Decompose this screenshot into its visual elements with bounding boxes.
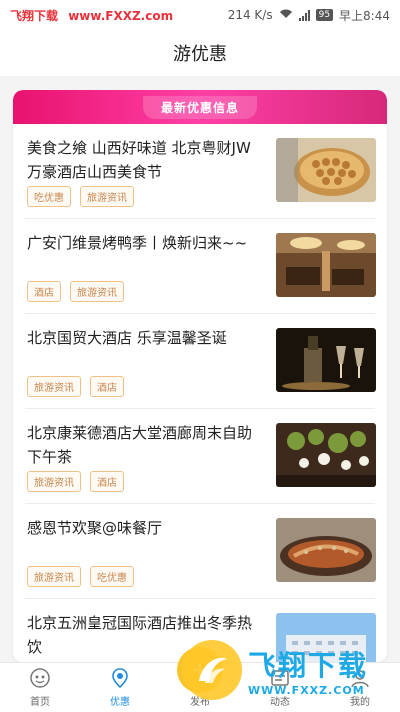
promo-list: 美食之飨 山西好味道 北京粤财JW万豪酒店山西美食节 吃优惠 旅游资讯 广安门维… — [13, 124, 387, 662]
clock: 早上8:44 — [339, 8, 390, 23]
tab-home[interactable]: 首页 — [0, 663, 80, 712]
list-item[interactable]: 感恩节欢聚@味餐厅 旅游资讯 吃优惠 — [25, 504, 376, 599]
item-tags: 旅游资讯 酒店 — [27, 471, 124, 492]
item-tags: 吃优惠 旅游资讯 — [27, 186, 134, 207]
logo-text-block: 飞翔下载 WWW.FXXZ.COM — [248, 644, 368, 697]
list-item[interactable]: 北京国贸大酒店 乐享温馨圣诞 旅游资讯 酒店 — [25, 314, 376, 409]
battery-icon: 95 — [315, 9, 334, 21]
item-thumbnail — [276, 518, 376, 582]
tag[interactable]: 旅游资讯 — [70, 281, 124, 302]
watermark-site: 飞翔下载 — [10, 8, 59, 23]
tag[interactable]: 旅游资讯 — [27, 471, 81, 492]
discount-icon — [107, 665, 133, 691]
watermark-url: www.FXXZ.com — [68, 8, 174, 23]
tag[interactable]: 旅游资讯 — [27, 376, 81, 397]
page-title: 游优惠 — [173, 44, 227, 65]
signal-icon — [298, 9, 310, 21]
item-tags: 旅游资讯 酒店 — [27, 376, 124, 397]
status-indicators: 214 K/s 95 早上8:44 — [228, 7, 390, 24]
item-title: 美食之飨 山西好味道 北京粤财JW万豪酒店山西美食节 — [27, 139, 251, 181]
status-bar: 飞翔下载 www.FXXZ.com 214 K/s 95 早上8:44 — [0, 0, 400, 30]
latest-offers-banner: 最新优惠信息 — [13, 90, 387, 124]
nav-bar: 游优惠 — [0, 30, 400, 76]
tag[interactable]: 吃优惠 — [27, 186, 71, 207]
net-speed: 214 K/s — [227, 8, 273, 22]
item-tags: 酒店 旅游资讯 — [27, 281, 124, 302]
list-item[interactable]: 北京康莱德酒店大堂酒廊周末自助下午茶 旅游资讯 酒店 — [25, 409, 376, 504]
item-title: 北京康莱德酒店大堂酒廊周末自助下午茶 — [27, 424, 253, 466]
item-tags: 旅游资讯 吃优惠 — [27, 566, 134, 587]
tag[interactable]: 酒店 — [90, 376, 124, 397]
banner-label: 最新优惠信息 — [142, 95, 257, 119]
tag[interactable]: 吃优惠 — [90, 566, 134, 587]
logo-mark-icon — [182, 640, 242, 700]
logo-text: 飞翔下载 — [248, 648, 369, 682]
tab-label: 首页 — [30, 697, 50, 708]
watermark: 飞翔下载 www.FXXZ.com — [10, 7, 173, 24]
item-thumbnail — [276, 423, 376, 487]
tag[interactable]: 旅游资讯 — [27, 566, 81, 587]
item-thumbnail — [276, 138, 376, 202]
list-item[interactable]: 广安门维景烤鸭季丨焕新归来~~ 酒店 旅游资讯 — [25, 219, 376, 314]
logo-url: WWW.FXXZ.COM — [248, 683, 365, 697]
tab-label: 优惠 — [110, 697, 130, 708]
tab-discounts[interactable]: 优惠 — [80, 663, 160, 712]
item-thumbnail — [276, 233, 376, 297]
list-item[interactable]: 美食之飨 山西好味道 北京粤财JW万豪酒店山西美食节 吃优惠 旅游资讯 — [25, 124, 376, 219]
tag[interactable]: 酒店 — [27, 281, 61, 302]
watermark-logo: 飞翔下载 WWW.FXXZ.COM — [182, 630, 392, 710]
item-title: 广安门维景烤鸭季丨焕新归来~~ — [27, 234, 248, 252]
item-title: 感恩节欢聚@味餐厅 — [27, 519, 163, 537]
promo-card: 最新优惠信息 美食之飨 山西好味道 北京粤财JW万豪酒店山西美食节 吃优惠 旅游… — [13, 90, 387, 662]
item-title: 北京国贸大酒店 乐享温馨圣诞 — [27, 329, 227, 347]
tag[interactable]: 旅游资讯 — [80, 186, 134, 207]
tag[interactable]: 酒店 — [90, 471, 124, 492]
item-thumbnail — [276, 328, 376, 392]
home-icon — [27, 665, 53, 691]
wifi-icon — [279, 8, 293, 22]
